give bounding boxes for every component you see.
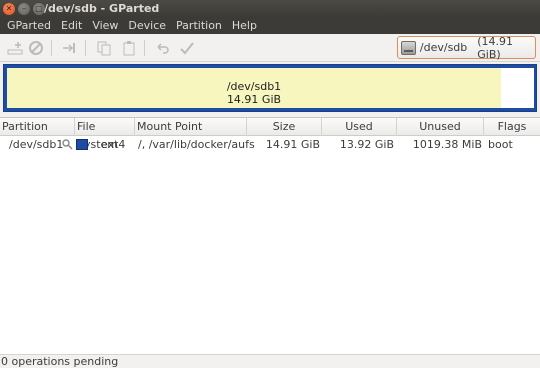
menu-bar: GParted Edit View Device Partition Help: [0, 18, 540, 34]
close-window-button[interactable]: ✕: [3, 3, 15, 15]
menu-help[interactable]: Help: [227, 18, 262, 34]
toolbar-separator: [144, 40, 145, 56]
window-controls: ✕ – □: [3, 3, 45, 15]
minimize-window-button[interactable]: –: [18, 3, 30, 15]
menu-edit[interactable]: Edit: [56, 18, 87, 34]
cell-partition: /dev/sdb1: [9, 138, 64, 151]
menu-gparted[interactable]: GParted: [2, 18, 56, 34]
device-size: (14.91 GiB): [477, 34, 514, 61]
column-header-flags[interactable]: Flags: [484, 118, 540, 136]
column-header-mount-point[interactable]: Mount Point: [135, 118, 247, 136]
delete-icon[interactable]: [27, 39, 45, 57]
apply-icon[interactable]: [178, 39, 196, 57]
table-row[interactable]: /dev/sdb1 ext4 /, /var/lib/docker/aufs 1…: [0, 136, 540, 153]
column-header-size[interactable]: Size: [247, 118, 322, 136]
filesystem-color-swatch: [76, 139, 88, 150]
toolbar-separator: [85, 40, 86, 56]
cell-mount-point: /, /var/lib/docker/aufs: [138, 138, 255, 151]
device-name: /dev/sdb: [419, 41, 468, 54]
cell-file-system: ext4: [101, 138, 126, 151]
toolbar-separator: [51, 40, 52, 56]
harddisk-icon: [401, 40, 416, 55]
disk-map-free-space: [501, 68, 534, 108]
disk-map-partition-size: 14.91 GiB: [226, 93, 282, 106]
cell-used: 13.92 GiB: [339, 138, 394, 151]
cell-size: 14.91 GiB: [265, 138, 320, 151]
menu-view[interactable]: View: [87, 18, 123, 34]
status-bar: 0 operations pending: [0, 354, 540, 368]
cell-flags: boot: [488, 138, 513, 151]
menu-partition[interactable]: Partition: [171, 18, 227, 34]
column-header-used[interactable]: Used: [322, 118, 397, 136]
column-header-file-system[interactable]: File System: [75, 118, 135, 151]
device-selector[interactable]: /dev/sdb (14.91 GiB): [397, 34, 536, 61]
undo-icon[interactable]: [154, 39, 172, 57]
cell-unused: 1019.38 MiB: [412, 138, 482, 151]
partition-table: Partition File System Mount Point Size U…: [0, 117, 540, 354]
disk-map-partition-name: /dev/sdb1: [226, 80, 282, 93]
window-title: /dev/sdb - GParted: [44, 2, 160, 15]
table-header: Partition File System Mount Point Size U…: [0, 118, 540, 151]
menu-device[interactable]: Device: [123, 18, 171, 34]
disk-map: /dev/sdb1 14.91 GiB: [3, 64, 537, 112]
column-header-unused[interactable]: Unused: [397, 118, 484, 136]
column-header-partition[interactable]: Partition: [0, 118, 75, 136]
new-partition-icon[interactable]: [6, 39, 24, 57]
paste-icon[interactable]: [120, 39, 138, 57]
resize-move-icon[interactable]: [60, 39, 78, 57]
mount-key-icon: [62, 139, 73, 150]
disk-map-partition[interactable]: /dev/sdb1 14.91 GiB: [7, 68, 501, 108]
title-bar: ✕ – □ /dev/sdb - GParted: [0, 0, 540, 18]
copy-icon[interactable]: [95, 39, 113, 57]
